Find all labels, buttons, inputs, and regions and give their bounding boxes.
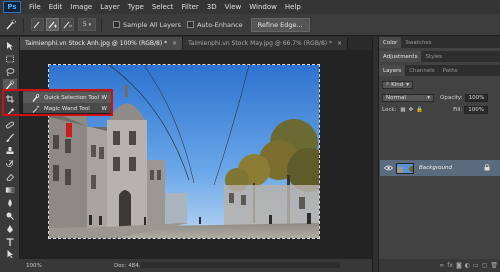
photoshop-logo: Ps [3,1,21,13]
brush-size-value: 5 [82,21,87,28]
menu-select[interactable]: Select [148,3,178,11]
sample-all-layers-label: Sample All Layers [123,20,182,29]
blur-tool-icon[interactable] [3,197,17,208]
highlight-annotation [2,89,113,116]
new-layer-icon[interactable]: ▢ [482,262,488,269]
tab-layers[interactable]: Layers [379,65,406,76]
menu-window[interactable]: Window [245,3,281,11]
layers-panel-footer: ∞ fx ◙ ◐ ▭ ▢ 🗑 [379,259,500,272]
tab-color[interactable]: Color [379,37,402,48]
clone-stamp-tool-icon[interactable] [3,145,17,156]
separator [23,17,24,32]
history-brush-tool-icon[interactable] [3,158,17,169]
new-selection-icon[interactable] [31,18,44,31]
tab-label: Taimienphi.vn Stock Anh.jpg @ 100% (RGB/… [25,40,168,47]
tab-channels[interactable]: Channels [405,65,438,76]
layers-panel-tabs: Layers Channels Paths [379,65,500,76]
lock-position-icon[interactable]: ✥ [409,107,414,113]
layer-thumbnail [396,162,414,174]
color-panel-tabs: Color Swatches [379,37,500,48]
menu-help[interactable]: Help [281,3,305,11]
auto-enhance-label: Auto-Enhance [197,20,243,29]
auto-enhance-checkbox[interactable] [187,21,195,28]
options-bar: 5 ▾ Sample All Layers Auto-Enhance Refin… [0,14,500,36]
fill-label: Fill: [453,106,463,113]
marquee-tool-icon[interactable] [3,53,17,64]
gradient-tool-icon[interactable] [3,184,17,195]
tab-adjustments[interactable]: Adjustments [379,51,422,62]
tab-styles[interactable]: Styles [421,51,446,62]
document-tab-bar: Taimienphi.vn Stock Anh.jpg @ 100% (RGB/… [20,37,372,50]
fill-field[interactable]: 100% [464,105,489,114]
menu-image[interactable]: Image [66,3,96,11]
menu-filter[interactable]: Filter [177,3,202,11]
menu-file[interactable]: File [25,3,45,11]
chevron-down-icon: ▾ [406,81,409,88]
add-to-selection-icon[interactable] [46,18,59,31]
layer-kind-filter[interactable]: ⌕ Kind ▾ [382,80,413,89]
horizontal-scrollbar[interactable] [140,262,340,268]
layer-filter-row: ⌕ Kind ▾ [382,80,413,89]
blend-mode-row: Normal ▾ Opacity: 100% [382,93,489,102]
layer-row-background[interactable]: Background [380,160,500,176]
menu-view[interactable]: View [221,3,246,11]
brush-size-picker[interactable]: 5 ▾ [78,18,96,31]
search-icon: ⌕ [386,81,390,87]
subtract-from-selection-icon[interactable] [61,18,74,31]
opacity-label: Opacity: [440,94,463,101]
quick-selection-preset-icon[interactable] [4,18,18,32]
link-layers-icon[interactable]: ∞ [439,262,444,269]
adjustments-panel-tabs: Adjustments Styles [379,51,500,62]
chevron-down-icon: ▾ [88,21,92,28]
chevron-down-icon: ▾ [427,94,430,101]
refine-edge-button[interactable]: Refine Edge... [250,17,310,32]
zoom-level[interactable]: 100% [26,263,54,269]
eye-icon[interactable] [383,163,393,173]
close-icon[interactable]: × [337,40,342,47]
type-tool-icon[interactable] [3,236,17,247]
pen-tool-icon[interactable] [3,223,17,234]
tab-paths[interactable]: Paths [439,65,462,76]
blend-mode-value: Normal [386,94,406,101]
dodge-tool-icon[interactable] [3,210,17,221]
menu-type[interactable]: Type [124,3,148,11]
kind-label: Kind [391,81,404,88]
lock-row: Lock: ▦ ✥ 🔒 Fill: 100% [382,105,489,114]
canvas-area[interactable] [20,50,372,259]
path-selection-tool-icon[interactable] [3,248,17,259]
sample-all-layers-checkbox[interactable] [113,21,120,28]
menu-edit[interactable]: Edit [45,3,67,11]
menu-3d[interactable]: 3D [203,3,221,11]
opacity-field[interactable]: 100% [464,93,489,102]
tab-swatches[interactable]: Swatches [401,37,435,48]
lock-pixels-icon[interactable]: ▦ [400,107,405,113]
menu-bar: Ps File Edit Image Layer Type Select Fil… [0,0,500,14]
group-icon[interactable]: ▭ [473,262,479,269]
spot-healing-tool-icon[interactable] [3,119,17,130]
close-icon[interactable]: × [172,40,177,47]
lock-icon [484,163,490,173]
move-tool-icon[interactable] [3,40,17,51]
lock-all-icon[interactable]: 🔒 [416,107,423,113]
trash-icon[interactable]: 🗑 [490,262,498,269]
brush-tool-icon[interactable] [3,132,17,143]
menu-layer[interactable]: Layer [96,3,124,11]
layer-name: Background [419,165,452,171]
tools-panel-bottom [0,259,20,272]
status-bar: 100% Doc: 484.9K/484.9K ▶ [20,259,372,272]
tab-stock-may[interactable]: Taimienphi.vn Stock May.jpg @ 66.7% (RGB… [183,37,349,50]
tab-stock-anh[interactable]: Taimienphi.vn Stock Anh.jpg @ 100% (RGB/… [20,37,184,50]
right-panel-dock: Color Swatches Adjustments Styles Layers… [378,37,500,272]
adjustment-layer-icon[interactable]: ◐ [465,262,470,269]
fx-icon[interactable]: fx [447,262,453,269]
lock-label: Lock: [382,106,397,113]
blend-mode-select[interactable]: Normal ▾ [382,93,434,102]
tools-panel [0,37,20,259]
tab-label: Taimienphi.vn Stock May.jpg @ 66.7% (RGB… [188,40,333,47]
photoshop-window: Ps File Edit Image Layer Type Select Fil… [0,0,500,272]
mask-icon[interactable]: ◙ [456,262,462,269]
separator [101,17,102,32]
eraser-tool-icon[interactable] [3,171,17,182]
lasso-tool-icon[interactable] [3,66,17,77]
